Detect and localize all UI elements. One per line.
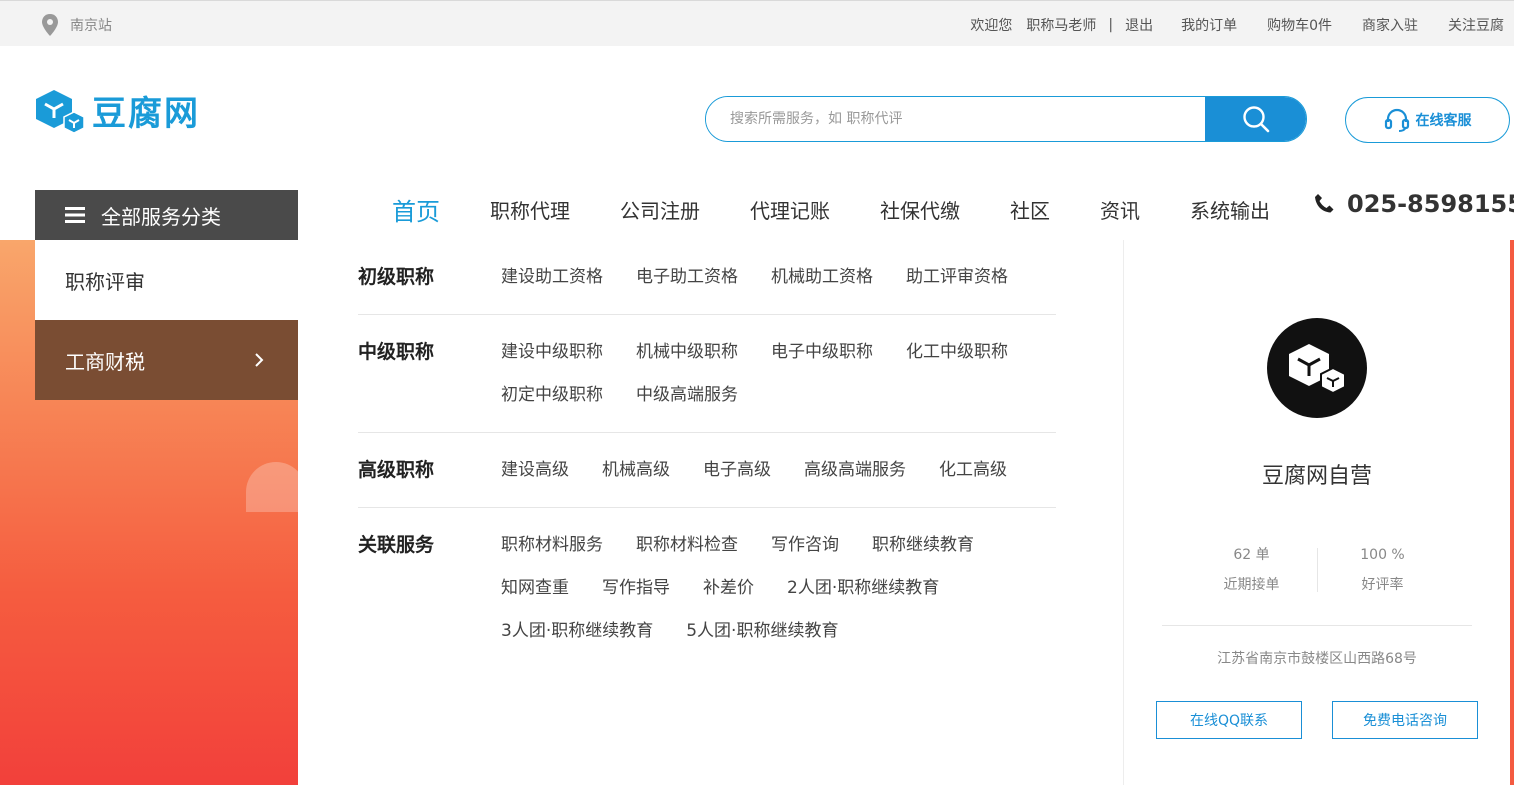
online-service-label: 在线客服 — [1415, 113, 1472, 129]
category-link[interactable]: 中级高端服务 — [636, 374, 738, 417]
shop-address: 江苏省南京市鼓楼区山西路68号 — [1217, 651, 1417, 667]
location-pin-icon — [42, 14, 58, 36]
category-list: 初级职称 建设助工资格 电子助工资格 机械助工资格 助工评审资格 中级职称 建设… — [358, 240, 1056, 668]
side-menu: 职称评审 工商财税 — [35, 240, 298, 400]
category-link[interactable]: 3人团·职称继续教育 — [501, 610, 653, 653]
nav-community[interactable]: 社区 — [1010, 195, 1050, 224]
my-orders-link[interactable]: 我的订单 — [1181, 15, 1237, 35]
chevron-right-icon — [255, 353, 264, 367]
logout-link[interactable]: 退出 — [1125, 15, 1153, 35]
nav-title-agency[interactable]: 职称代理 — [490, 195, 570, 224]
search-bar — [705, 96, 1307, 142]
category-link[interactable]: 化工中级职称 — [906, 331, 1008, 374]
nav-company-registration[interactable]: 公司注册 — [620, 195, 700, 224]
category-link[interactable]: 2人团·职称继续教育 — [787, 567, 939, 610]
category-link[interactable]: 职称材料检查 — [636, 524, 738, 567]
stat-orders: 62 单 近期接单 — [1187, 540, 1317, 600]
phone-number: 025-85981550 — [1347, 190, 1514, 218]
category-link[interactable]: 化工高级 — [939, 449, 1007, 492]
stat-orders-label: 近期接单 — [1223, 577, 1280, 593]
search-input[interactable] — [706, 97, 1205, 141]
username-link[interactable]: 职称马老师 — [1026, 15, 1096, 35]
all-categories-label: 全部服务分类 — [101, 204, 221, 229]
all-categories-button[interactable]: 全部服务分类 — [35, 190, 298, 240]
menu-icon — [65, 207, 85, 223]
category-links: 建设高级 机械高级 电子高级 高级高端服务 化工高级 — [501, 449, 1056, 492]
cart-link[interactable]: 购物车0件 — [1267, 15, 1332, 35]
stat-rating-label: 好评率 — [1361, 577, 1404, 593]
banner-edge — [1510, 240, 1514, 785]
category-dropdown-panel: 初级职称 建设助工资格 电子助工资格 机械助工资格 助工评审资格 中级职称 建设… — [298, 240, 1510, 785]
category-title: 中级职称 — [358, 341, 435, 363]
online-service-button[interactable]: 在线客服 — [1345, 97, 1510, 143]
cube-logo-icon — [1289, 344, 1346, 395]
nav-social-security[interactable]: 社保代缴 — [880, 195, 960, 224]
category-link[interactable]: 电子中级职称 — [771, 331, 873, 374]
shop-name: 豆腐网自营 — [1261, 464, 1372, 489]
side-menu-item-title-review[interactable]: 职称评审 — [35, 240, 298, 320]
stat-rating-value: 100 % — [1360, 547, 1405, 563]
category-link[interactable]: 5人团·职称继续教育 — [686, 610, 838, 653]
stat-rating: 100 % 好评率 — [1318, 540, 1448, 600]
category-link[interactable]: 建设中级职称 — [501, 331, 603, 374]
nav-bookkeeping[interactable]: 代理记账 — [750, 195, 830, 224]
nav-system-output[interactable]: 系统输出 — [1190, 195, 1270, 224]
location-selector[interactable]: 南京站 — [40, 13, 112, 37]
phone-icon — [1315, 194, 1334, 213]
category-link[interactable]: 建设助工资格 — [501, 256, 603, 299]
category-link[interactable]: 高级高端服务 — [804, 449, 906, 492]
category-link[interactable]: 写作咨询 — [771, 524, 839, 567]
category-row: 关联服务 职称材料服务 职称材料检查 写作咨询 职称继续教育 知网查重 写作指导… — [358, 508, 1056, 668]
category-title: 初级职称 — [358, 266, 435, 288]
cube-logo-icon — [36, 89, 85, 134]
search-button[interactable] — [1205, 97, 1306, 141]
category-link[interactable]: 建设高级 — [501, 449, 569, 492]
category-links: 职称材料服务 职称材料检查 写作咨询 职称继续教育 知网查重 写作指导 补差价 … — [501, 524, 1056, 653]
category-link[interactable]: 初定中级职称 — [501, 374, 603, 417]
side-menu-item-label: 工商财税 — [65, 349, 145, 374]
side-menu-item-label: 职称评审 — [65, 269, 145, 294]
category-row: 中级职称 建设中级职称 机械中级职称 电子中级职称 化工中级职称 初定中级职称 … — [358, 315, 1056, 433]
category-links: 建设助工资格 电子助工资格 机械助工资格 助工评审资格 — [501, 256, 1056, 299]
welcome-text: 欢迎您 — [970, 18, 1013, 34]
shop-divider — [1162, 625, 1472, 626]
top-nav-separator: | — [1108, 17, 1114, 33]
category-link[interactable]: 职称材料服务 — [501, 524, 603, 567]
qq-contact-button[interactable]: 在线QQ联系 — [1156, 701, 1302, 739]
logo-text: 豆腐网 — [92, 94, 200, 134]
stat-orders-value: 62 单 — [1233, 547, 1270, 563]
headset-icon — [1384, 108, 1409, 132]
category-link[interactable]: 电子助工资格 — [636, 256, 738, 299]
category-link[interactable]: 补差价 — [703, 567, 754, 610]
category-row: 高级职称 建设高级 机械高级 电子高级 高级高端服务 化工高级 — [358, 433, 1056, 508]
location-label: 南京站 — [70, 18, 112, 34]
hotline: 025-85981550 — [1313, 190, 1514, 218]
category-link[interactable]: 电子高级 — [703, 449, 771, 492]
category-title: 高级职称 — [358, 459, 435, 481]
category-link[interactable]: 机械高级 — [602, 449, 670, 492]
category-row: 初级职称 建设助工资格 电子助工资格 机械助工资格 助工评审资格 — [358, 240, 1056, 315]
top-bar: 南京站 欢迎您 职称马老师 | 退出 我的订单 购物车0件 商家入驻 关注豆腐 — [0, 0, 1514, 46]
shop-card: 豆腐网自营 62 单 近期接单 100 % 好评率 江苏省南京市鼓楼区山西路68… — [1124, 240, 1510, 785]
category-link[interactable]: 助工评审资格 — [906, 256, 1008, 299]
top-nav: 欢迎您 职称马老师 | 退出 我的订单 购物车0件 商家入驻 关注豆腐 — [970, 15, 1504, 35]
category-link[interactable]: 机械中级职称 — [636, 331, 738, 374]
side-menu-item-business-tax[interactable]: 工商财税 — [35, 320, 298, 400]
category-link[interactable]: 机械助工资格 — [771, 256, 873, 299]
category-link[interactable]: 写作指导 — [602, 567, 670, 610]
category-title: 关联服务 — [358, 534, 435, 556]
category-link[interactable]: 职称继续教育 — [872, 524, 974, 567]
main-nav: 首页 职称代理 公司注册 代理记账 社保代缴 社区 资讯 系统输出 — [392, 192, 1320, 227]
shop-stats: 62 单 近期接单 100 % 好评率 — [1124, 540, 1510, 600]
nav-home[interactable]: 首页 — [392, 192, 440, 227]
site-logo[interactable]: 豆腐网 — [34, 86, 200, 135]
shop-avatar[interactable] — [1267, 318, 1367, 418]
search-icon — [1242, 106, 1269, 133]
nav-news[interactable]: 资讯 — [1100, 195, 1140, 224]
merchant-join-link[interactable]: 商家入驻 — [1362, 15, 1418, 35]
category-link[interactable]: 知网查重 — [501, 567, 569, 610]
category-links: 建设中级职称 机械中级职称 电子中级职称 化工中级职称 初定中级职称 中级高端服… — [501, 331, 1056, 417]
follow-link[interactable]: 关注豆腐 — [1448, 15, 1504, 35]
free-call-button[interactable]: 免费电话咨询 — [1332, 701, 1478, 739]
